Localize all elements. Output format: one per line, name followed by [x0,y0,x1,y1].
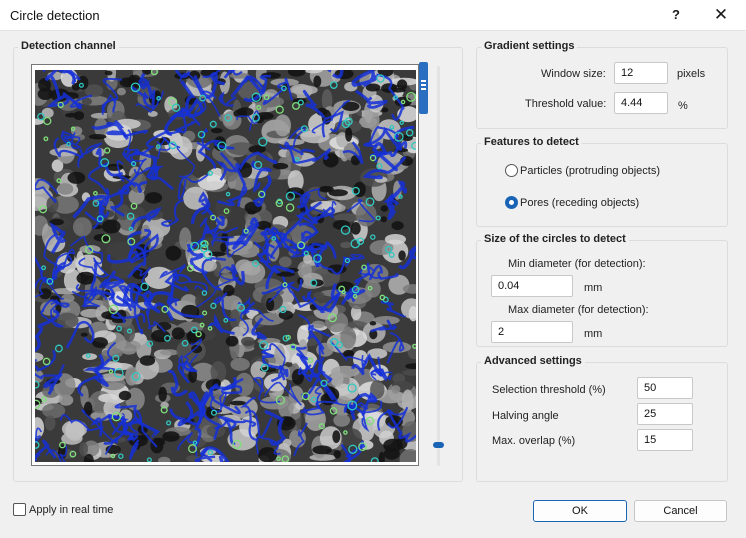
circle-size-title: Size of the circles to detect [481,233,629,245]
features-group: Features to detect [476,136,728,227]
features-title: Features to detect [481,136,582,148]
max-diameter-unit: mm [584,328,603,340]
cancel-button[interactable]: Cancel [634,500,727,522]
max-diameter-input[interactable]: 2 [491,321,573,343]
channel-slider-track[interactable] [437,66,440,466]
detection-preview-image [31,64,419,466]
max-overlap-input[interactable]: 15 [637,429,693,451]
title-bar: Circle detection ? ✕ [0,0,746,31]
gradient-settings-title: Gradient settings [481,40,578,52]
pores-radio[interactable] [505,196,518,209]
selection-threshold-label: Selection threshold (%) [492,384,606,396]
min-diameter-input[interactable]: 0.04 [491,275,573,297]
help-button[interactable]: ? [665,4,687,26]
max-overlap-label: Max. overlap (%) [492,435,576,447]
window-title: Circle detection [10,8,100,23]
threshold-value-unit: % [678,100,688,112]
particles-radio[interactable] [505,164,518,177]
threshold-value-label: Threshold value: [525,98,607,110]
halving-angle-input[interactable]: 25 [637,403,693,425]
halving-angle-label: Halving angle [492,410,559,422]
apply-realtime-label[interactable]: Apply in real time [29,504,113,516]
window-size-label: Window size: [541,68,606,80]
min-diameter-unit: mm [584,282,603,294]
channel-slider-thumb[interactable] [433,442,444,448]
min-diameter-label: Min diameter (for detection): [508,258,646,270]
window-size-input[interactable]: 12 [614,62,668,84]
particles-radio-label[interactable]: Particles (protruding objects) [520,165,660,177]
selection-threshold-input[interactable]: 50 [637,377,693,399]
max-diameter-label: Max diameter (for detection): [508,304,649,316]
window-size-unit: pixels [677,68,706,80]
preview-scroll-handle[interactable] [419,62,428,114]
porous-surface-image [35,70,416,462]
ok-button[interactable]: OK [533,500,627,522]
advanced-settings-title: Advanced settings [481,355,585,367]
apply-realtime-checkbox[interactable] [13,503,26,516]
threshold-value-input[interactable]: 4.44 [614,92,668,114]
close-button[interactable]: ✕ [708,4,734,26]
gradient-settings-group: Gradient settings [476,40,728,129]
detection-channel-title: Detection channel [18,40,119,52]
pores-radio-label[interactable]: Pores (receding objects) [520,197,639,209]
